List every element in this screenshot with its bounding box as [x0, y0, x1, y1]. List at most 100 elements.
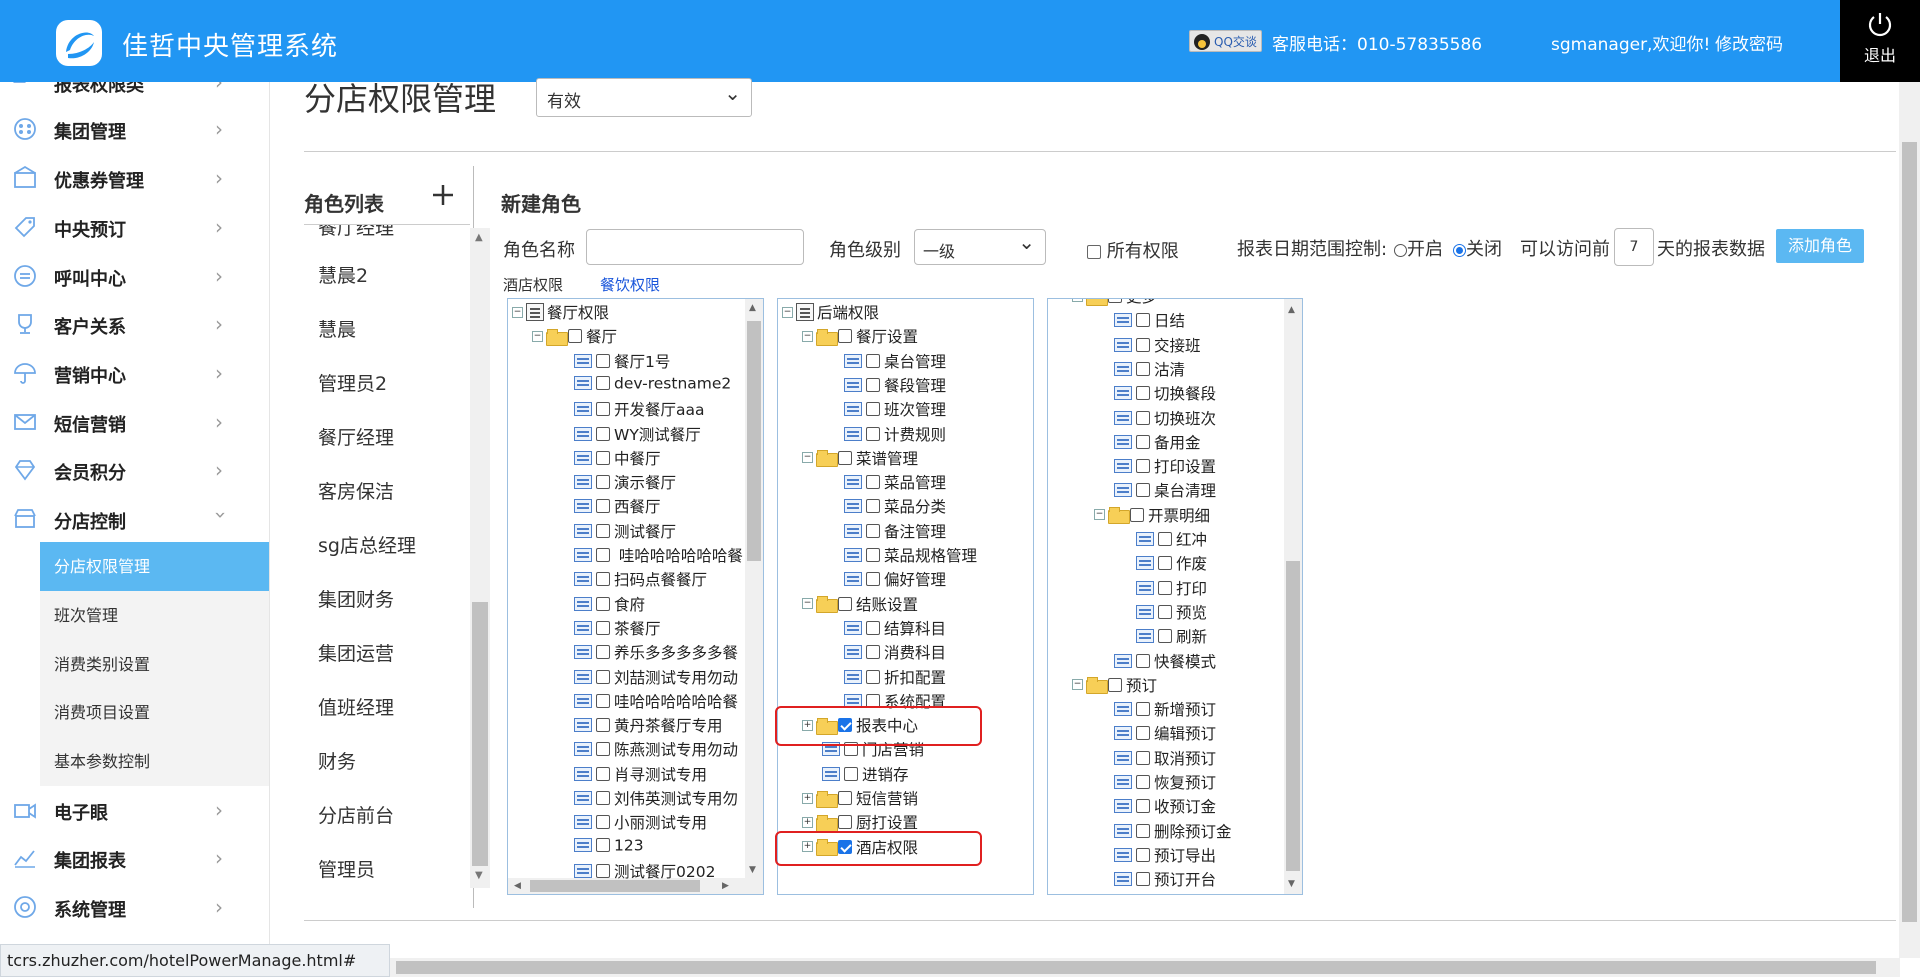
checkbox[interactable]: [866, 572, 880, 587]
sidebar-item-group-reports[interactable]: 集团报表 ›: [0, 838, 269, 878]
checkbox[interactable]: [596, 742, 610, 757]
checkbox[interactable]: [596, 596, 610, 611]
checkbox[interactable]: [1136, 847, 1150, 862]
role-item[interactable]: 集团运营: [318, 639, 394, 666]
checkbox[interactable]: [1136, 799, 1150, 814]
add-role-button[interactable]: 添加角色: [1776, 229, 1864, 263]
tree-node[interactable]: 打印: [1136, 577, 1207, 599]
days-input[interactable]: 7: [1614, 228, 1654, 266]
sidebar-item-coupon[interactable]: 优惠券管理 ›: [0, 158, 269, 198]
checkbox[interactable]: [1136, 386, 1150, 401]
tree-node[interactable]: + 厨打设置: [802, 811, 918, 833]
role-item[interactable]: 分店前台: [318, 801, 394, 828]
sidebar-item-call-center[interactable]: 呼叫中心 ›: [0, 256, 269, 296]
tree-node[interactable]: − 餐厅权限: [512, 301, 609, 323]
tree-node[interactable]: 123: [574, 836, 644, 858]
radio-on-option[interactable]: 开启: [1394, 235, 1443, 261]
scroll-up-icon[interactable]: ▲: [475, 232, 483, 243]
tree-node[interactable]: dev-restname2: [574, 374, 731, 396]
sidebar-item-central-booking[interactable]: 中央预订 ›: [0, 207, 269, 247]
tree-node[interactable]: − 后端权限: [782, 301, 879, 323]
checkbox[interactable]: [1108, 299, 1122, 303]
scroll-left-icon[interactable]: ◀: [514, 881, 521, 891]
role-item[interactable]: 管理员2: [318, 369, 387, 396]
sidebar-item-sms-marketing[interactable]: 短信营销 ›: [0, 402, 269, 442]
tree-node[interactable]: 取消预订: [1114, 747, 1216, 769]
change-password-link[interactable]: 修改密码: [1715, 30, 1783, 55]
checkbox[interactable]: [596, 669, 610, 684]
checkbox[interactable]: [1130, 507, 1144, 522]
checkbox[interactable]: [596, 791, 610, 805]
checkbox[interactable]: [596, 402, 610, 417]
checkbox[interactable]: [1136, 653, 1150, 668]
checkbox[interactable]: [866, 620, 880, 635]
tree-node[interactable]: − 开票明细: [1094, 504, 1210, 526]
scroll-down-icon[interactable]: ▼: [1288, 879, 1295, 889]
tree-node[interactable]: 快餐模式: [1114, 650, 1216, 672]
checkbox[interactable]: [1158, 629, 1172, 644]
tree-node[interactable]: 小丽测试专用: [574, 811, 707, 833]
radio-off-option[interactable]: 关闭: [1453, 235, 1502, 261]
checkbox[interactable]: [596, 499, 610, 514]
tree-node[interactable]: 陈燕测试专用勿动: [574, 738, 738, 760]
tree-node[interactable]: 切换班次: [1114, 407, 1216, 429]
submenu-consumption-item[interactable]: 消费项目设置: [40, 688, 269, 737]
checkbox[interactable]: [1136, 434, 1150, 449]
checkbox[interactable]: [1136, 337, 1150, 352]
checkbox-box[interactable]: [1087, 245, 1101, 259]
tab-hotel-permission[interactable]: 酒店权限: [503, 274, 563, 295]
sidebar-item-report-permission[interactable]: ▭ 报表权限类 ›: [0, 82, 269, 102]
tree-node[interactable]: 餐厅1号: [574, 350, 670, 372]
checkbox[interactable]: [596, 815, 610, 830]
tree-node[interactable]: − 菜谱管理: [802, 447, 918, 469]
tree-node[interactable]: 交接班: [1114, 334, 1201, 356]
tree-scrollbar[interactable]: ▲ ▼: [1284, 299, 1302, 894]
tree-node[interactable]: 中餐厅: [574, 447, 661, 469]
checkbox[interactable]: [1136, 483, 1150, 498]
role-item[interactable]: 餐厅经理: [318, 225, 394, 240]
submenu-consumption-category[interactable]: 消费类别设置: [40, 640, 269, 689]
checkbox[interactable]: [568, 329, 582, 344]
tree-node[interactable]: 桌台清理: [1114, 479, 1216, 501]
collapse-toggle-icon[interactable]: −: [1072, 679, 1083, 691]
checkbox[interactable]: [866, 645, 880, 660]
tree-node[interactable]: 班次管理: [844, 398, 946, 420]
scroll-right-icon[interactable]: ▶: [722, 881, 729, 891]
collapse-toggle-icon[interactable]: −: [532, 330, 543, 342]
scroll-thumb[interactable]: [1286, 561, 1300, 871]
tree-node[interactable]: 餐段管理: [844, 374, 946, 396]
scroll-down-icon[interactable]: ▼: [749, 865, 756, 875]
sidebar-item-branch-control[interactable]: 分店控制 ›: [0, 499, 269, 539]
checkbox[interactable]: [1136, 823, 1150, 838]
tree-node[interactable]: 收预订金: [1114, 795, 1216, 817]
tree-node[interactable]: − 餐厅设置: [802, 325, 918, 347]
checkbox[interactable]: [596, 572, 610, 587]
checkbox[interactable]: [1136, 872, 1150, 887]
tree-node[interactable]: 菜品管理: [844, 471, 946, 493]
tree-node[interactable]: 日结: [1114, 309, 1185, 331]
expand-toggle-icon[interactable]: +: [802, 792, 813, 804]
role-list-scrollbar[interactable]: ▲ ▼: [470, 228, 490, 888]
tree-node[interactable]: 食府: [574, 593, 645, 615]
tree-node[interactable]: 红冲: [1136, 528, 1207, 550]
radio-button-selected[interactable]: [1453, 243, 1466, 257]
tree-node[interactable]: 菜品分类: [844, 495, 946, 517]
sidebar-item-group[interactable]: 集团管理 ›: [0, 109, 269, 149]
sidebar-item-member-points[interactable]: 会员积分 ›: [0, 450, 269, 490]
checkbox[interactable]: [838, 815, 852, 830]
checkbox[interactable]: [596, 450, 610, 465]
role-item[interactable]: 慧晨: [318, 315, 356, 342]
role-item[interactable]: 值班经理: [318, 693, 394, 720]
checkbox[interactable]: [1136, 410, 1150, 425]
checkbox[interactable]: [596, 353, 610, 368]
tree-node[interactable]: 切换餐段: [1114, 382, 1216, 404]
tree-node[interactable]: 桌台管理: [844, 350, 946, 372]
checkbox[interactable]: [866, 402, 880, 417]
tree-node[interactable]: 扫码点餐餐厅: [574, 568, 707, 590]
scroll-up-icon[interactable]: ▲: [749, 303, 756, 313]
page-vertical-scrollbar[interactable]: [1899, 82, 1920, 958]
tree-node[interactable]: 编辑预订: [1114, 722, 1216, 744]
checkbox[interactable]: [596, 475, 610, 490]
expand-toggle-icon[interactable]: +: [802, 816, 813, 828]
tree-node[interactable]: 预览: [1136, 601, 1207, 623]
